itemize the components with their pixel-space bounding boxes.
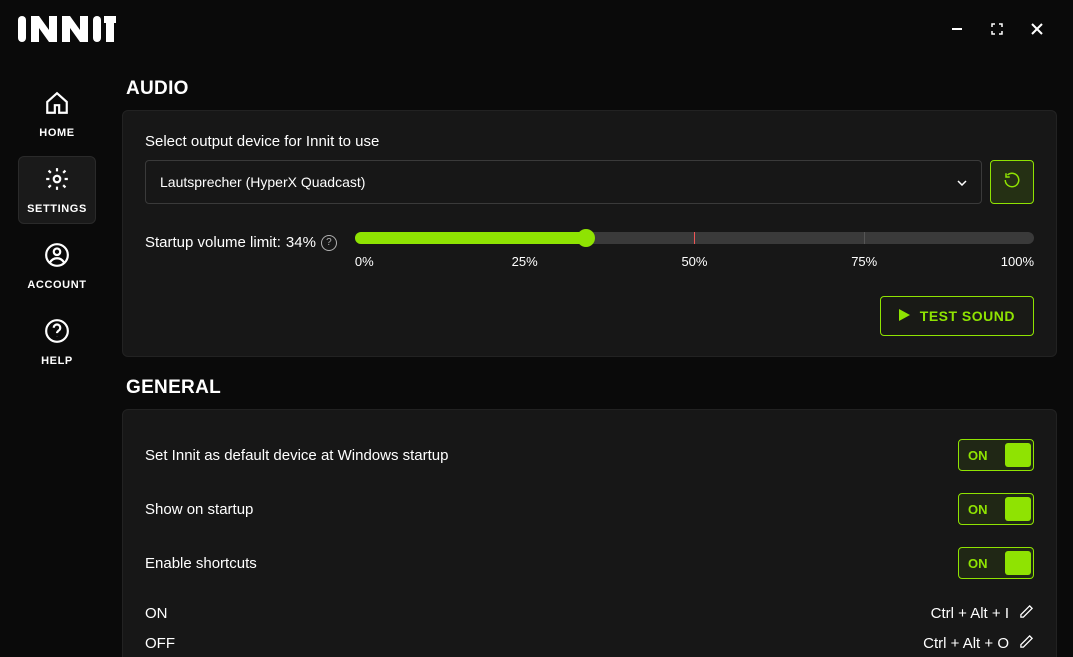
edit-shortcut-off-icon[interactable] xyxy=(1019,634,1034,653)
title-bar xyxy=(0,0,1073,58)
output-device-label: Select output device for Innit to use xyxy=(145,133,1034,150)
toggle-knob xyxy=(1005,497,1031,521)
refresh-devices-button[interactable] xyxy=(990,160,1034,204)
sidebar: HOME SETTINGS ACCOUNT HELP xyxy=(0,58,114,657)
volume-slider[interactable] xyxy=(355,232,1034,244)
shortcut-off-label: OFF xyxy=(145,635,175,652)
content-area: AUDIO Select output device for Innit to … xyxy=(114,58,1073,657)
sidebar-item-home[interactable]: HOME xyxy=(18,80,96,148)
volume-limit-label: Startup volume limit: 34% ? xyxy=(145,232,337,251)
refresh-icon xyxy=(1003,171,1021,194)
sidebar-item-label: HOME xyxy=(39,127,74,139)
sidebar-item-label: ACCOUNT xyxy=(27,279,86,291)
account-icon xyxy=(44,242,70,273)
play-icon xyxy=(899,308,910,324)
toggle-default-device[interactable]: ON xyxy=(958,439,1034,471)
shortcut-on-label: ON xyxy=(145,605,168,622)
app-logo xyxy=(18,16,116,42)
sidebar-item-settings[interactable]: SETTINGS xyxy=(18,156,96,224)
volume-slider-ticks: 0% 25% 50% 75% 100% xyxy=(355,254,1034,270)
help-icon xyxy=(44,318,70,349)
toggle-enable-shortcuts[interactable]: ON xyxy=(958,547,1034,579)
section-title-general: GENERAL xyxy=(126,377,1057,399)
volume-limit-value: 34% xyxy=(286,234,316,251)
test-sound-button[interactable]: TEST SOUND xyxy=(880,296,1034,336)
maximize-button[interactable] xyxy=(977,9,1017,49)
sidebar-item-account[interactable]: ACCOUNT xyxy=(18,232,96,300)
chevron-down-icon xyxy=(957,173,967,191)
section-title-audio: AUDIO xyxy=(126,78,1057,100)
sidebar-item-label: HELP xyxy=(41,355,73,367)
audio-panel: Select output device for Innit to use La… xyxy=(122,110,1057,357)
sidebar-item-help[interactable]: HELP xyxy=(18,308,96,376)
edit-shortcut-on-icon[interactable] xyxy=(1019,604,1034,623)
toggle-knob xyxy=(1005,443,1031,467)
setting-label-show-startup: Show on startup xyxy=(145,501,253,518)
toggle-knob xyxy=(1005,551,1031,575)
general-panel: Set Innit as default device at Windows s… xyxy=(122,409,1057,657)
setting-label-enable-shortcuts: Enable shortcuts xyxy=(145,555,257,572)
shortcut-off-keys: Ctrl + Alt + O xyxy=(923,635,1009,652)
gear-icon xyxy=(44,166,70,197)
close-button[interactable] xyxy=(1017,9,1057,49)
setting-label-default-device: Set Innit as default device at Windows s… xyxy=(145,447,449,464)
volume-help-icon[interactable]: ? xyxy=(321,235,337,251)
toggle-show-startup[interactable]: ON xyxy=(958,493,1034,525)
output-device-value: Lautsprecher (HyperX Quadcast) xyxy=(160,174,365,190)
minimize-button[interactable] xyxy=(937,9,977,49)
shortcut-on-keys: Ctrl + Alt + I xyxy=(931,605,1009,622)
output-device-dropdown[interactable]: Lautsprecher (HyperX Quadcast) xyxy=(145,160,982,204)
home-icon xyxy=(44,90,70,121)
sidebar-item-label: SETTINGS xyxy=(27,203,87,215)
volume-slider-thumb[interactable] xyxy=(577,229,595,247)
